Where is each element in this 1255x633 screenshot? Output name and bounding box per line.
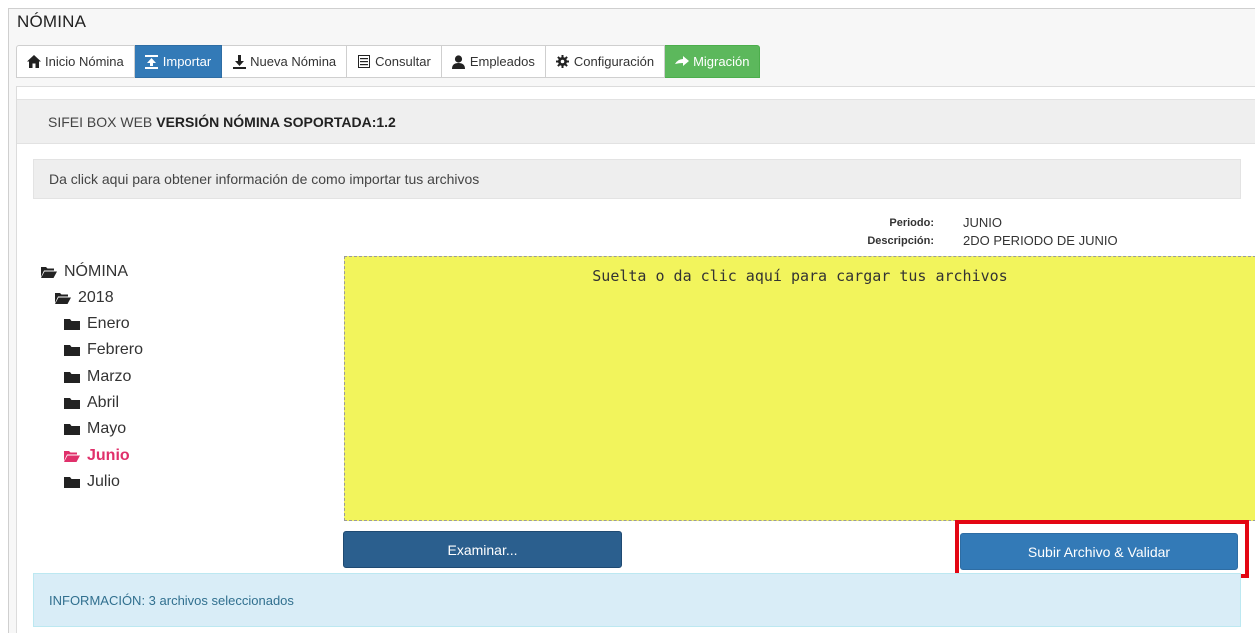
folder-icon <box>64 424 80 435</box>
tab-configuracion[interactable]: Configuración <box>545 45 666 78</box>
folder-icon <box>64 345 80 356</box>
import-icon <box>145 54 159 69</box>
periodo-value: JUNIO <box>963 215 1002 230</box>
tree-label: Julio <box>87 473 120 490</box>
tab-label: Configuración <box>573 54 655 69</box>
tree-month-junio[interactable]: Junio <box>64 447 130 465</box>
arrow-right-icon <box>675 55 690 69</box>
tree-label: Febrero <box>87 341 144 358</box>
tree-year-2018[interactable]: 2018 <box>55 289 114 307</box>
help-text: Da click aqui para obtener información d… <box>49 171 480 187</box>
user-icon <box>452 54 466 69</box>
home-icon <box>27 55 41 69</box>
nav-tabs: Inicio Nómina Importar Nueva Nómina Cons… <box>16 45 761 80</box>
tab-migracion[interactable]: Migración <box>665 45 761 78</box>
folder-icon <box>64 319 80 330</box>
version-text: VERSIÓN NÓMINA SOPORTADA:1.2 <box>156 113 396 130</box>
tree-month-marzo[interactable]: Marzo <box>64 368 131 386</box>
tree-label: Mayo <box>87 420 127 437</box>
tab-consultar[interactable]: Consultar <box>347 45 442 78</box>
tab-label: Importar <box>162 54 212 69</box>
tab-nueva-nomina[interactable]: Nueva Nómina <box>222 45 348 78</box>
download-icon <box>232 54 246 69</box>
import-panel: SIFEI BOX WEB VERSIÓN NÓMINA SOPORTADA:1… <box>16 86 1255 633</box>
folder-open-icon <box>41 267 57 278</box>
tab-inicio-nomina[interactable]: Inicio Nómina <box>16 45 135 78</box>
tab-label: Nueva Nómina <box>250 54 337 69</box>
tree-month-febrero[interactable]: Febrero <box>64 341 143 359</box>
file-dropzone[interactable]: Suelta o da clic aquí para cargar tus ar… <box>344 256 1255 521</box>
info-alert: INFORMACIÓN: 3 archivos seleccionados <box>33 573 1241 627</box>
periodo-label: Periodo: <box>889 217 934 229</box>
tab-empleados[interactable]: Empleados <box>441 45 546 78</box>
folder-icon <box>64 477 80 488</box>
tree-label: Abril <box>87 394 120 411</box>
folder-icon <box>64 372 80 383</box>
version-header: SIFEI BOX WEB VERSIÓN NÓMINA SOPORTADA:1… <box>17 99 1255 144</box>
version-prefix: SIFEI BOX WEB <box>48 113 153 130</box>
browse-button[interactable]: Examinar... <box>343 531 622 568</box>
tree-label: NÓMINA <box>64 263 128 280</box>
tree-label: Marzo <box>87 368 132 385</box>
tab-label: Consultar <box>375 54 431 69</box>
list-icon <box>357 55 371 69</box>
tab-importar[interactable]: Importar <box>134 45 223 78</box>
gear-icon <box>556 55 570 69</box>
tree-month-julio[interactable]: Julio <box>64 473 120 491</box>
folder-icon <box>64 398 80 409</box>
folder-open-icon <box>55 293 71 304</box>
tree-label: Junio <box>87 447 130 464</box>
descripcion-label: Descripción: <box>867 235 934 247</box>
help-link[interactable]: Da click aqui para obtener información d… <box>33 159 1241 199</box>
descripcion-value: 2DO PERIODO DE JUNIO <box>963 233 1118 248</box>
tab-label: Migración <box>693 54 750 69</box>
tab-label: Inicio Nómina <box>45 54 124 69</box>
tree-root-nomina[interactable]: NÓMINA <box>41 263 128 281</box>
tree-month-abril[interactable]: Abril <box>64 394 119 412</box>
upload-validate-button[interactable]: Subir Archivo & Validar <box>960 533 1238 570</box>
app-title: NÓMINA <box>17 12 87 31</box>
tree-label: Enero <box>87 315 130 332</box>
tab-label: Empleados <box>469 54 535 69</box>
tree-month-enero[interactable]: Enero <box>64 315 130 333</box>
dropzone-text: Suelta o da clic aquí para cargar tus ar… <box>592 267 1008 285</box>
tree-month-mayo[interactable]: Mayo <box>64 420 126 438</box>
info-text: INFORMACIÓN: 3 archivos seleccionados <box>49 592 294 608</box>
tree-label: 2018 <box>78 289 114 306</box>
folder-open-icon <box>64 451 80 462</box>
